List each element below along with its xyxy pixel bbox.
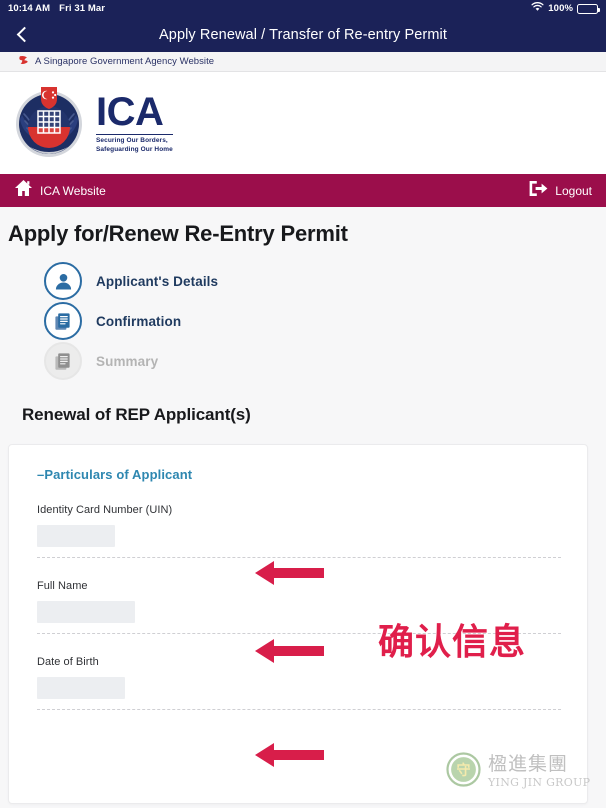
ica-website-label: ICA Website — [40, 183, 106, 198]
progress-stepper: Applicant's Details Confirmation Summary — [0, 247, 606, 381]
status-bar-time: 10:14 AM — [8, 3, 51, 14]
field-date-of-birth: Date of Birth — [37, 634, 561, 710]
field-value-full-name — [37, 601, 135, 623]
logout-label: Logout — [555, 183, 592, 198]
battery-percent-label: 100% — [548, 3, 573, 14]
battery-full-icon — [577, 3, 600, 14]
ica-website-home-link[interactable]: ICA Website — [14, 179, 106, 202]
stepper-item-applicants-details[interactable]: Applicant's Details — [44, 261, 606, 301]
site-navigation-bar: ICA Website Logout — [0, 174, 606, 207]
field-divider — [37, 709, 561, 710]
field-value-identity-card-number — [37, 525, 115, 547]
ica-tagline: Securing Our Borders, Safeguarding Our H… — [96, 134, 173, 155]
status-bar-indicators: 100% — [531, 2, 600, 15]
stepper-label-confirmation: Confirmation — [96, 313, 182, 329]
document-icon — [44, 342, 82, 380]
section-title: Renewal of REP Applicant(s) — [22, 405, 251, 424]
stepper-item-summary[interactable]: Summary — [44, 341, 606, 381]
app-screen: 10:14 AM Fri 31 Mar 100% Apply Renewal /… — [0, 0, 606, 808]
field-value-date-of-birth — [37, 677, 125, 699]
app-navigation-bar: Apply Renewal / Transfer of Re-entry Per… — [0, 17, 606, 52]
ica-tagline-line-2: Safeguarding Our Home — [96, 146, 173, 153]
page-title: Apply for/Renew Re-Entry Permit — [8, 221, 348, 246]
stepper-label-summary: Summary — [96, 353, 159, 369]
ica-tagline-line-1: Securing Our Borders, — [96, 137, 168, 145]
document-icon — [44, 302, 82, 340]
logout-icon — [528, 180, 548, 202]
back-chevron-icon — [16, 26, 32, 43]
ios-status-bar: 10:14 AM Fri 31 Mar 100% — [0, 0, 606, 17]
applicant-particulars-card: –Particulars of Applicant Identity Card … — [8, 444, 588, 804]
particulars-of-applicant-heading[interactable]: –Particulars of Applicant — [37, 467, 561, 482]
field-label-date-of-birth: Date of Birth — [37, 656, 99, 668]
logout-button[interactable]: Logout — [528, 180, 592, 202]
app-bar-title: Apply Renewal / Transfer of Re-entry Per… — [159, 26, 447, 43]
singapore-flag-icon — [18, 53, 29, 71]
page-content: Apply for/Renew Re-Entry Permit Applican… — [0, 207, 606, 808]
ica-acronym: ICA — [96, 90, 164, 135]
field-identity-card-number: Identity Card Number (UIN) — [37, 482, 561, 558]
ica-branding-band: ICA Securing Our Borders, Safeguarding O… — [0, 72, 606, 174]
government-banner-label: A Singapore Government Agency Website — [35, 56, 215, 67]
stepper-item-confirmation[interactable]: Confirmation — [44, 301, 606, 341]
home-icon — [14, 179, 33, 202]
wifi-icon — [531, 2, 544, 15]
field-label-identity-card-number: Identity Card Number (UIN) — [37, 504, 173, 516]
ica-logotype: ICA Securing Our Borders, Safeguarding O… — [96, 90, 173, 155]
back-button[interactable] — [0, 17, 44, 52]
field-label-full-name: Full Name — [37, 580, 88, 592]
stepper-label-applicants-details: Applicant's Details — [96, 273, 219, 289]
status-bar-date: Fri 31 Mar — [59, 3, 106, 14]
person-icon — [44, 262, 82, 300]
field-full-name: Full Name — [37, 558, 561, 634]
government-banner: A Singapore Government Agency Website — [0, 52, 606, 72]
ica-crest-icon — [10, 81, 88, 166]
